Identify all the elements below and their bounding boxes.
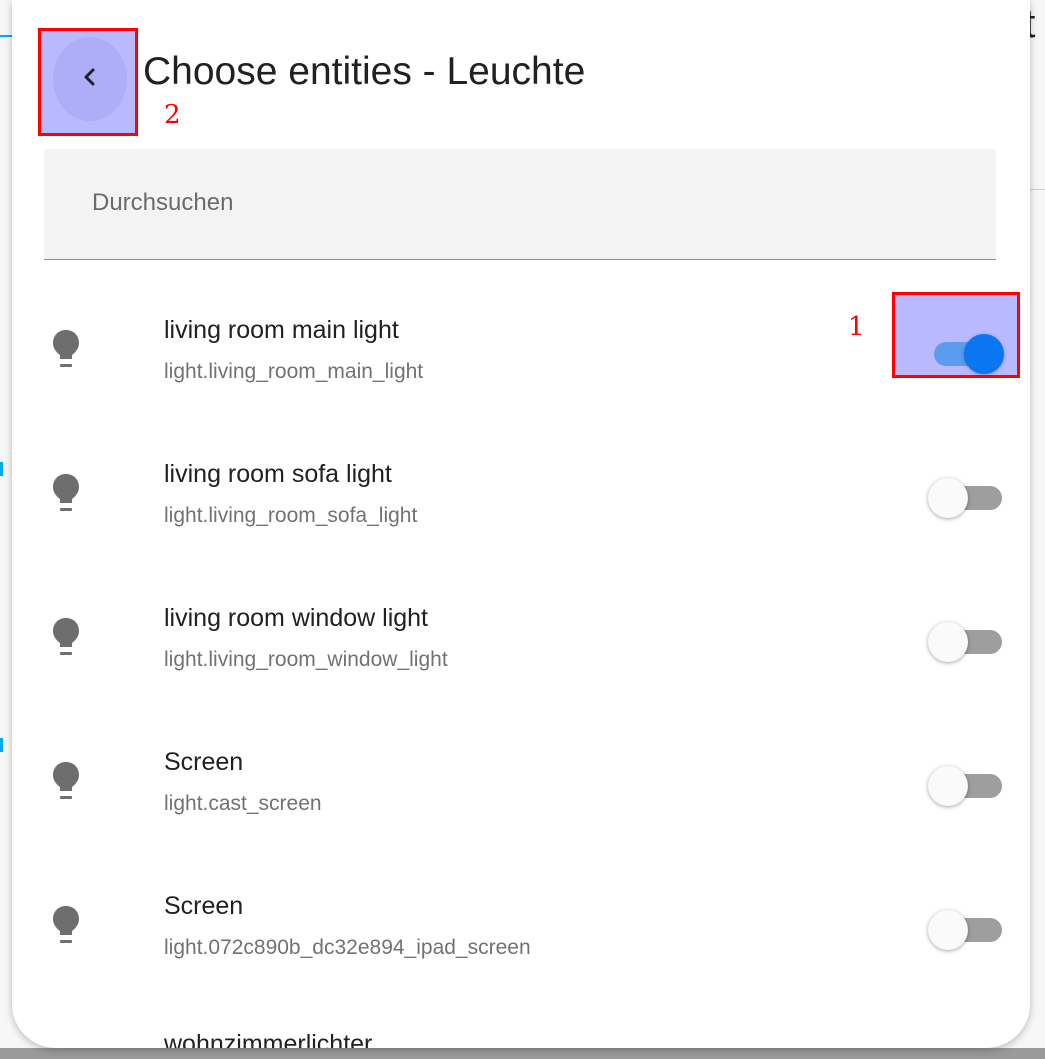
entity-toggle[interactable] [928,620,1002,662]
background-scrim [0,1048,1045,1059]
entity-toggle[interactable] [928,908,1002,950]
screen: ht 2 Choose entities - Leuchte 1living r… [0,0,1045,1059]
entity-name: living room main light [164,316,399,344]
search-field[interactable] [44,149,996,260]
annotation-label-toggle: 1 [848,312,865,342]
entity-id: light.living_room_sofa_light [164,504,418,527]
back-button[interactable] [38,28,138,136]
entity-toggle[interactable] [928,764,1002,806]
entity-picker-dialog: 2 Choose entities - Leuchte 1 living room… [12,0,1030,1048]
dialog-title: Choose entities - Leuchte [143,50,586,93]
entity-row[interactable]: Screen light.072c890b_dc32e894_ipad_scree… [12,836,1030,980]
dialog-header: 2 Choose entities - Leuchte [12,0,1030,145]
entity-toggle[interactable] [928,476,1002,518]
background-accent-tick [0,738,3,752]
background-accent-tick [0,462,3,476]
toggle-thumb[interactable] [964,334,1004,374]
entity-name-partial: wohnzimmerlichter [164,1030,373,1048]
lightbulb-icon [53,618,79,655]
chevron-left-icon [84,68,95,86]
toggle-thumb[interactable] [928,766,968,806]
lightbulb-icon [53,474,79,511]
entity-row[interactable]: living room sofa light light.living_room_… [12,404,1030,548]
entity-id: light.072c890b_dc32e894_ipad_screen [164,936,531,959]
entity-id: light.cast_screen [164,792,322,815]
entity-row[interactable]: living room window light light.living_roo… [12,548,1030,692]
entity-id: light.living_room_main_light [164,360,424,383]
entity-name: living room sofa light [164,460,392,488]
entity-name: Screen [164,892,244,920]
lightbulb-icon [53,330,79,367]
toggle-thumb[interactable] [928,478,968,518]
entity-toggle[interactable] [928,332,1004,374]
annotation-label-back: 2 [164,100,181,130]
entity-row[interactable]: Screen light.cast_screen [12,692,1030,836]
entity-name: Screen [164,748,244,776]
lightbulb-icon [53,762,79,799]
entity-id: light.living_room_window_light [164,648,448,671]
lightbulb-icon [53,906,79,943]
entity-name: living room window light [164,604,429,632]
search-input[interactable] [92,183,952,223]
toggle-thumb[interactable] [928,910,968,950]
entity-row[interactable]: 1 living room main light light.living_room… [12,260,1030,404]
toggle-thumb[interactable] [928,622,968,662]
